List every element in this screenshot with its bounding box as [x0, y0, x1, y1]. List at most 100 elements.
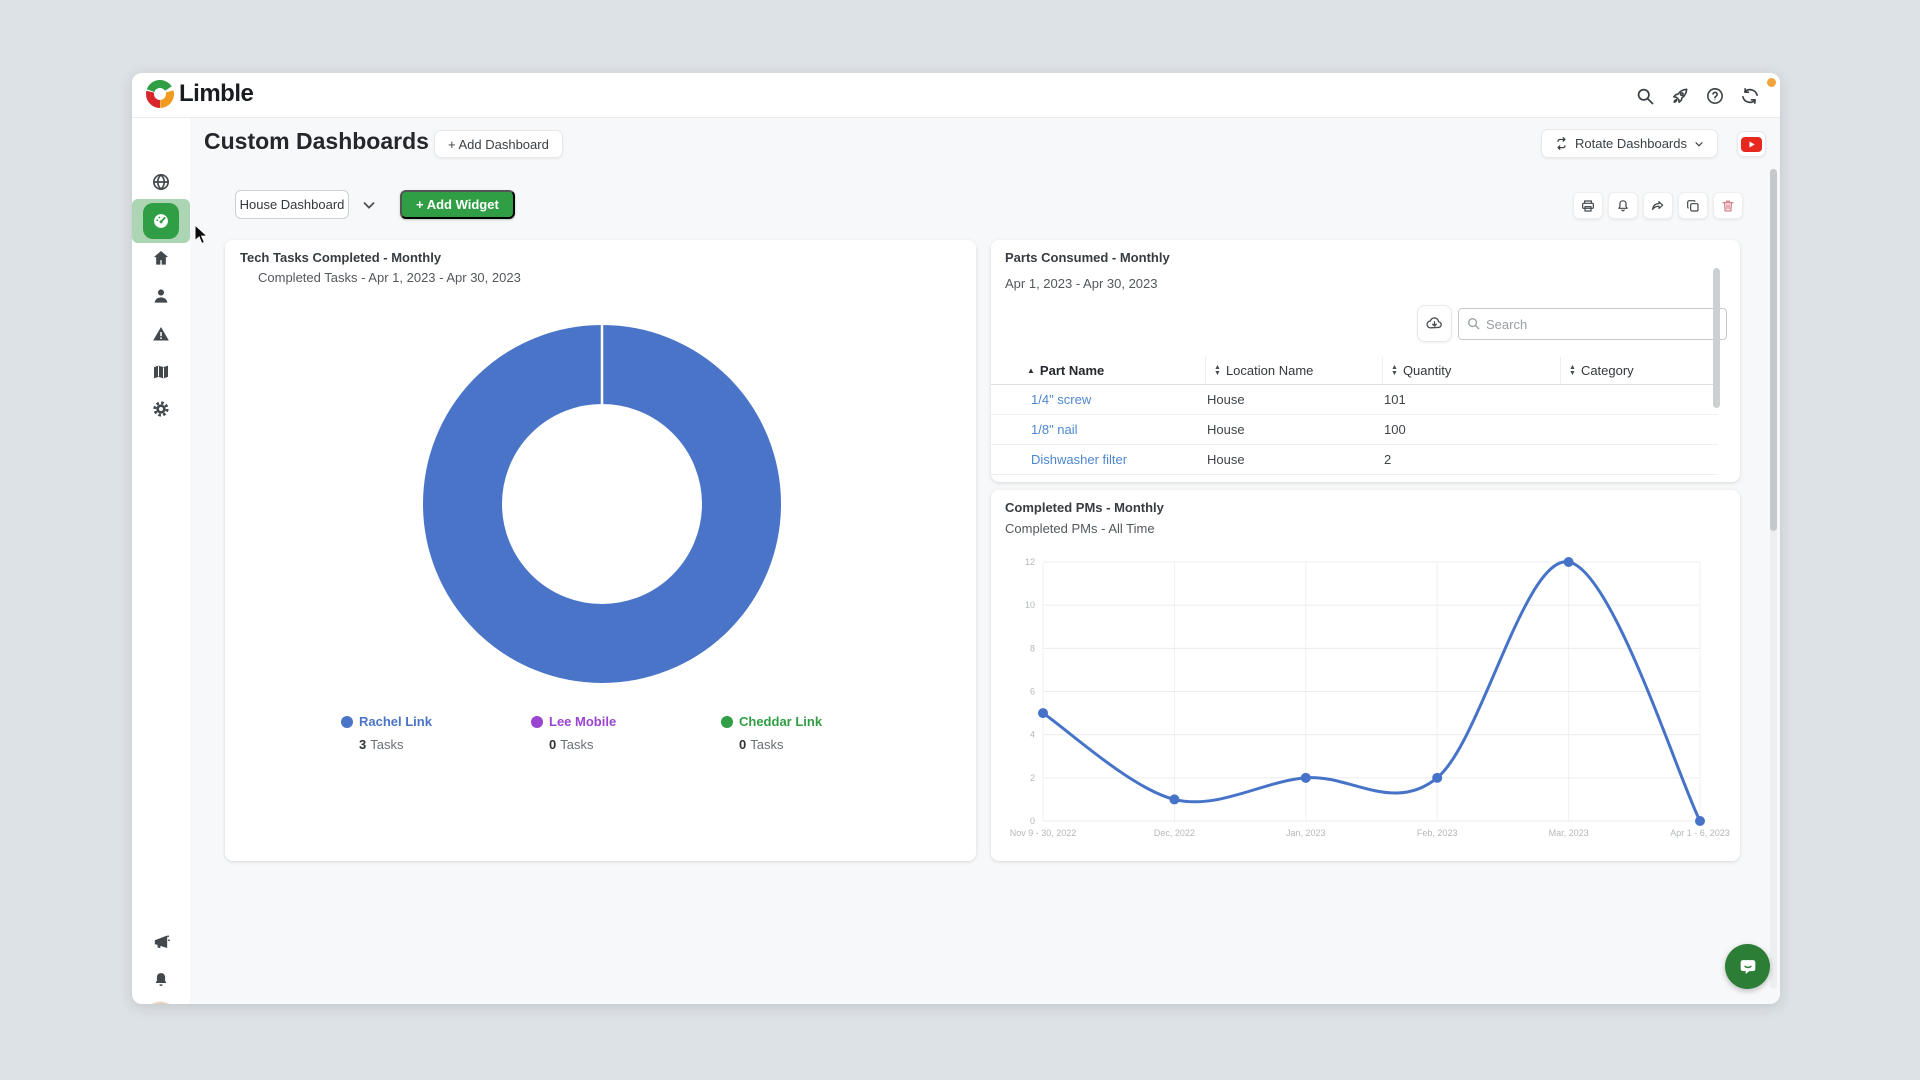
location-cell: House [1205, 392, 1382, 407]
announcements-megaphone-icon[interactable] [151, 932, 171, 952]
svg-text:Dec, 2022: Dec, 2022 [1154, 828, 1195, 838]
refresh-icon[interactable] [1740, 86, 1760, 106]
rotate-icon [1554, 136, 1569, 151]
chat-bubble-icon [1737, 956, 1759, 978]
sidebar-item-home-icon[interactable] [151, 248, 171, 268]
help-icon[interactable] [1705, 86, 1725, 106]
sidebar-item-globe-icon[interactable] [151, 172, 171, 192]
widget-subtitle: Apr 1, 2023 - Apr 30, 2023 [1005, 276, 1158, 291]
location-cell: House [1205, 422, 1382, 437]
column-header-part-name[interactable]: ▲ Part Name [1019, 357, 1205, 384]
sidebar-item-people-icon[interactable] [151, 286, 171, 306]
chevron-down-icon [1693, 138, 1705, 150]
svg-text:Mar, 2023: Mar, 2023 [1549, 828, 1589, 838]
sidebar-nav [132, 118, 190, 1004]
svg-text:0: 0 [1030, 816, 1035, 826]
rocket-icon[interactable] [1670, 86, 1690, 106]
search-icon[interactable] [1635, 86, 1655, 106]
export-download-button[interactable] [1417, 305, 1452, 342]
trash-icon [1720, 198, 1736, 214]
quantity-cell: 100 [1382, 422, 1560, 437]
topbar-actions [1635, 73, 1760, 118]
part-name-link[interactable]: 1/8" nail [1019, 422, 1205, 437]
legend-label: Lee Mobile [549, 714, 616, 729]
legend-label: Cheddar Link [739, 714, 822, 729]
column-label: Location Name [1226, 363, 1313, 378]
column-header-quantity[interactable]: ▲▼ Quantity [1382, 357, 1560, 384]
top-bar: Limble [132, 73, 1780, 118]
table-row: Dishwasher filterHouse2 [991, 445, 1718, 475]
youtube-button[interactable] [1737, 131, 1766, 157]
page-scrollbar-thumb[interactable] [1770, 169, 1777, 531]
print-icon [1580, 198, 1596, 214]
widget-completed-pms: Completed PMs - Monthly Completed PMs - … [991, 490, 1740, 861]
legend-count: 0Tasks [739, 737, 783, 752]
legend-count: 0Tasks [549, 737, 593, 752]
table-scrollbar-thumb[interactable] [1713, 268, 1720, 408]
legend-label: Rachel Link [359, 714, 432, 729]
table-search [1458, 308, 1727, 340]
notifications-bell-icon[interactable] [151, 970, 171, 990]
alerts-button[interactable] [1608, 192, 1638, 219]
bell-icon [1615, 198, 1631, 214]
duplicate-button[interactable] [1678, 192, 1708, 219]
print-button[interactable] [1573, 192, 1603, 219]
rotate-dashboards-button[interactable]: Rotate Dashboards [1541, 129, 1718, 158]
legend-dot [721, 716, 733, 728]
svg-text:Jan, 2023: Jan, 2023 [1286, 828, 1326, 838]
sidebar-item-dashboards-icon[interactable] [143, 203, 179, 239]
cloud-download-icon [1425, 314, 1444, 333]
share-icon [1650, 198, 1666, 214]
sort-ascending-icon: ▲ [1027, 367, 1035, 375]
brand-name: Limble [179, 80, 253, 108]
app-window: Limble [132, 73, 1780, 1004]
main-content: Custom Dashboards + Add Dashboard Rotate… [190, 118, 1780, 1004]
column-label: Category [1581, 363, 1634, 378]
share-button[interactable] [1643, 192, 1673, 219]
sidebar-item-settings-icon[interactable] [151, 399, 171, 419]
limble-logo-icon [146, 80, 174, 108]
delete-button[interactable] [1713, 192, 1743, 219]
part-name-link[interactable]: 1/4" screw [1019, 392, 1205, 407]
sort-icon: ▲▼ [1391, 365, 1398, 376]
line-chart: 024681012Nov 9 - 30, 2022Dec, 2022Jan, 2… [1005, 546, 1725, 846]
add-widget-button[interactable]: + Add Widget [400, 190, 515, 219]
chat-support-button[interactable] [1725, 944, 1770, 989]
table-row: 1/4" screwHouse101 [991, 385, 1718, 415]
notification-dot [1767, 78, 1776, 87]
column-label: Quantity [1403, 363, 1451, 378]
youtube-icon [1741, 137, 1762, 152]
sidebar-item-map-icon[interactable] [151, 362, 171, 382]
svg-text:2: 2 [1030, 773, 1035, 783]
search-icon [1466, 316, 1481, 331]
part-name-link[interactable]: Dishwasher filter [1019, 452, 1205, 467]
widget-tech-tasks: Tech Tasks Completed - Monthly Completed… [225, 240, 976, 861]
dashboard-select[interactable]: House Dashboard [235, 190, 349, 219]
svg-text:10: 10 [1025, 600, 1035, 610]
search-input[interactable] [1458, 308, 1727, 340]
widget-title: Tech Tasks Completed - Monthly [240, 250, 441, 265]
quantity-cell: 101 [1382, 392, 1560, 407]
copy-icon [1685, 198, 1701, 214]
donut-chart [422, 324, 782, 684]
legend-count: 3Tasks [359, 737, 403, 752]
sidebar-item-alerts-icon[interactable] [151, 324, 171, 344]
rotate-dashboards-label: Rotate Dashboards [1575, 136, 1687, 151]
column-label: Part Name [1040, 363, 1104, 378]
table-header-row: ▲ Part Name ▲▼Location Name ▲▼ Quantity ▲▼ Cat… [991, 357, 1718, 385]
add-dashboard-button[interactable]: + Add Dashboard [434, 130, 563, 158]
svg-text:Feb, 2023: Feb, 2023 [1417, 828, 1458, 838]
column-header-location-name[interactable]: ▲▼Location Name [1205, 357, 1382, 384]
location-cell: House [1205, 452, 1382, 467]
table-row: 1/8" nailHouse100 [991, 415, 1718, 445]
column-header-category[interactable]: ▲▼ Category [1560, 357, 1718, 384]
user-avatar[interactable] [145, 1002, 176, 1004]
dashboard-select-chevron-icon[interactable] [360, 196, 378, 214]
widget-subtitle: Completed Tasks - Apr 1, 2023 - Apr 30, … [258, 270, 521, 285]
svg-text:12: 12 [1025, 557, 1035, 567]
brand-logo[interactable]: Limble [146, 80, 253, 108]
svg-text:Nov 9 - 30, 2022: Nov 9 - 30, 2022 [1010, 828, 1077, 838]
widget-actions [1573, 192, 1743, 219]
sort-icon: ▲▼ [1569, 365, 1576, 376]
widget-title: Completed PMs - Monthly [1005, 500, 1164, 515]
